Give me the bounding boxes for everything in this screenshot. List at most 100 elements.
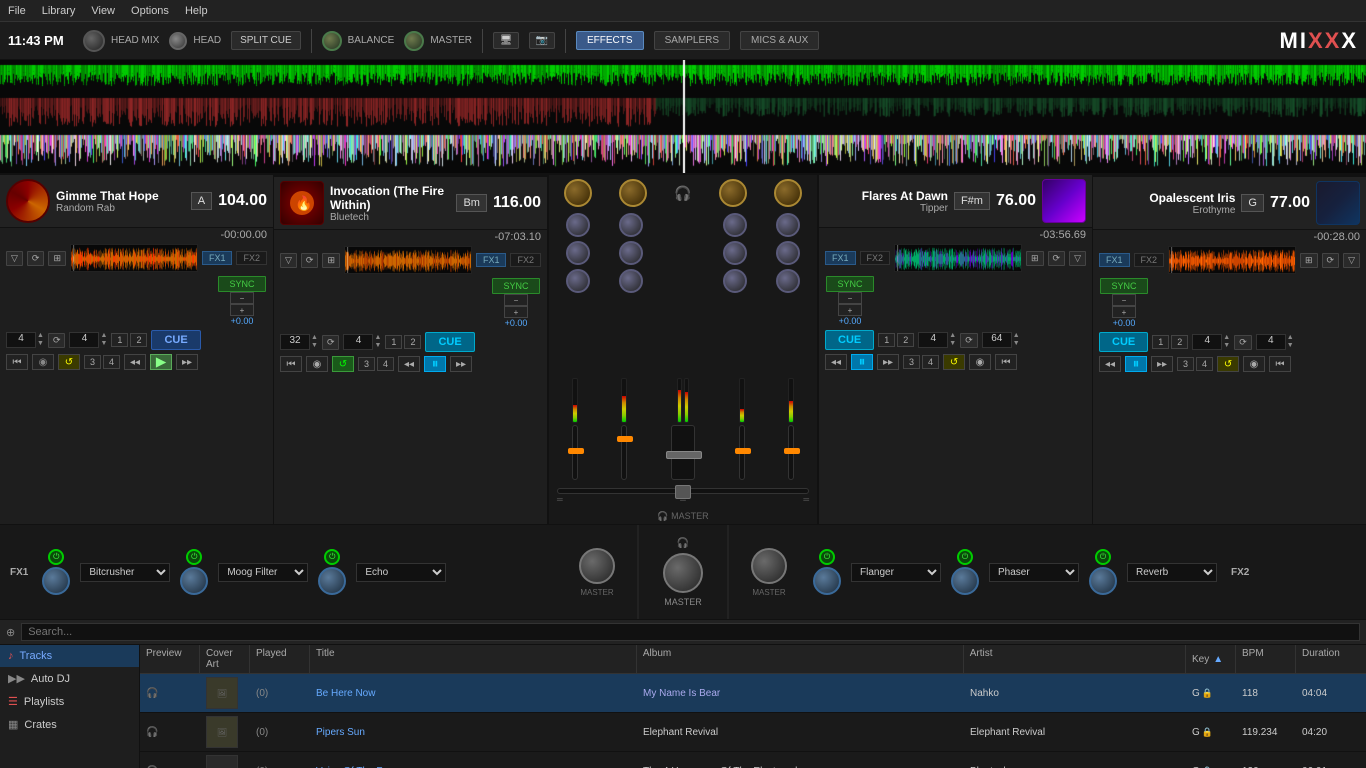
ch2-gain-knob[interactable] (619, 179, 647, 207)
deck-left-bottom-loop-in[interactable]: ⟳ (322, 335, 340, 350)
deck-left-top-slip-btn[interactable]: ⊞ (48, 251, 66, 266)
ch1-eq-lo[interactable] (566, 269, 590, 293)
deck-right-bottom-fx1[interactable]: FX1 (1099, 253, 1130, 267)
menu-library[interactable]: Library (42, 5, 76, 17)
table-row[interactable]: 🎧 🖼 (0) Be Here Now My Name Is Bear Nahk… (140, 674, 1366, 713)
rate-arrows-rt[interactable]: ▲ ▼ (1013, 332, 1020, 348)
ch4-eq-mid[interactable] (776, 241, 800, 265)
camera-button[interactable]: 📷 (529, 32, 555, 49)
fx2-select-1[interactable]: Flanger (851, 563, 941, 582)
effects-button[interactable]: EFFECTS (576, 31, 644, 50)
ch4-eq-hi[interactable] (776, 213, 800, 237)
col-played[interactable]: Played (250, 645, 310, 673)
crossfader[interactable] (557, 488, 809, 494)
ch1-eq-hi[interactable] (566, 213, 590, 237)
deck-right-top-loop-btn[interactable]: ⟳ (1048, 251, 1066, 266)
deck-right-top-set-cue[interactable]: ◉ (969, 354, 991, 370)
beat-up-rt[interactable]: ▲ (949, 332, 956, 340)
head-mix-knob[interactable] (83, 30, 105, 52)
rate-up[interactable]: ▲ (37, 332, 44, 340)
deck-left-bottom-waveform[interactable] (344, 246, 472, 274)
deck-right-bottom-rate[interactable]: 4 ▲ ▼ (1256, 334, 1294, 350)
deck-right-top-sync-plus[interactable]: + (838, 304, 862, 316)
deck-left-bottom-slip-btn[interactable]: ⊞ (322, 253, 340, 268)
deck-left-top-back[interactable]: ⏮ (6, 354, 28, 370)
beat-arrows[interactable]: ▲ ▼ (100, 332, 107, 348)
deck-right-bottom-wave-btn[interactable]: ▽ (1343, 253, 1360, 268)
deck-right-top-beat[interactable]: 4 ▲ ▼ (918, 332, 956, 348)
ch4-fader[interactable] (788, 425, 794, 480)
ch1-fader[interactable] (572, 425, 578, 480)
beat-down-rt[interactable]: ▼ (949, 340, 956, 348)
beat-3[interactable]: 3 (84, 355, 101, 369)
menu-help[interactable]: Help (185, 5, 208, 17)
fx2-power-2[interactable]: ⏻ (957, 549, 973, 565)
rate-arrows-lb[interactable]: ▲ ▼ (311, 334, 318, 350)
beat-4-rt[interactable]: 4 (922, 355, 939, 369)
deck-left-top-beat[interactable]: 4 ▲ ▼ (69, 332, 107, 348)
fx1-power-1[interactable]: ⏻ (48, 549, 64, 565)
menu-options[interactable]: Options (131, 5, 169, 17)
deck-right-top-sync[interactable]: SYNC (826, 276, 874, 292)
mics-button[interactable]: MICS & AUX (740, 31, 819, 50)
beat-4[interactable]: 4 (103, 355, 120, 369)
deck-left-top-fx1[interactable]: FX1 (202, 251, 233, 265)
cell-title-0[interactable]: Be Here Now (310, 685, 637, 702)
deck-left-top-sync-minus[interactable]: − (230, 292, 254, 304)
ch3-eq-mid[interactable] (723, 241, 747, 265)
sidebar-item-autodj[interactable]: ▶▶ Auto DJ (0, 667, 139, 690)
rate-up-rb[interactable]: ▲ (1287, 334, 1294, 342)
ch3-eq-hi[interactable] (723, 213, 747, 237)
deck-right-top-rate[interactable]: 64 ▲ ▼ (982, 332, 1020, 348)
cell-title-1[interactable]: Pipers Sun (310, 724, 637, 741)
deck-left-bottom-rate[interactable]: 32 ▲ ▼ (280, 334, 318, 350)
ch3-fader[interactable] (739, 425, 745, 480)
menu-view[interactable]: View (91, 5, 115, 17)
deck-right-bottom-set-cue[interactable]: ◉ (1243, 356, 1265, 372)
rate-down-rb[interactable]: ▼ (1287, 342, 1294, 350)
fx1-select-3[interactable]: Echo (356, 563, 446, 582)
ch3-gain-knob[interactable] (719, 179, 747, 207)
head-knob[interactable] (169, 32, 187, 50)
deck-left-top-loop-btn[interactable]: ⟳ (27, 251, 45, 266)
menu-file[interactable]: File (8, 5, 26, 17)
rate-down[interactable]: ▼ (37, 340, 44, 348)
deck-right-bottom-nudge-fwd[interactable]: ▸▸ (1151, 356, 1173, 372)
deck-right-top-fx1[interactable]: FX1 (825, 251, 856, 265)
deck-right-bottom-sync-plus[interactable]: + (1112, 306, 1136, 318)
beat-1-rb[interactable]: 1 (1152, 335, 1169, 349)
beat-up[interactable]: ▲ (100, 332, 107, 340)
crossfader-handle[interactable] (675, 485, 691, 499)
table-row[interactable]: 🎧 (0) Voice Of The Four The 4 Horsemen O… (140, 752, 1366, 768)
deck-right-top-nudge-back[interactable]: ◂◂ (825, 354, 847, 370)
deck-left-bottom-wave-btn[interactable]: ▽ (280, 253, 297, 268)
ch3-eq-lo[interactable] (723, 269, 747, 293)
col-key[interactable]: Key▲ (1186, 645, 1236, 673)
beat-arrows-lb[interactable]: ▲ ▼ (374, 334, 381, 350)
fx2-select-2[interactable]: Phaser (989, 563, 1079, 582)
beat-1[interactable]: 1 (111, 333, 128, 347)
beat-down-rb[interactable]: ▼ (1223, 342, 1230, 350)
deck-left-top-sync[interactable]: SYNC (218, 276, 266, 292)
beat-2-rb[interactable]: 2 (1171, 335, 1188, 349)
deck-right-bottom-sync[interactable]: SYNC (1100, 278, 1148, 294)
rate-up-lb[interactable]: ▲ (311, 334, 318, 342)
deck-left-top-wave-btn[interactable]: ▽ (6, 251, 23, 266)
col-cover[interactable]: Cover Art (200, 645, 250, 673)
beat-down-lb[interactable]: ▼ (374, 342, 381, 350)
fx2-knob-3[interactable] (1089, 567, 1117, 595)
fx1-master-knob[interactable] (579, 548, 615, 584)
col-artist[interactable]: Artist (964, 645, 1186, 673)
deck-left-bottom-fx1[interactable]: FX1 (476, 253, 507, 267)
deck-right-bottom-pause[interactable]: ⏸ (1125, 356, 1147, 372)
beat-2-rt[interactable]: 2 (897, 333, 914, 347)
col-title[interactable]: Title (310, 645, 637, 673)
deck-right-bottom-loop-in[interactable]: ⟳ (1234, 335, 1252, 350)
deck-left-top-fx2[interactable]: FX2 (236, 251, 267, 265)
sidebar-item-tracks[interactable]: ♪ Tracks (0, 645, 139, 667)
deck-left-top-nudge-fwd[interactable]: ▸▸ (176, 354, 198, 370)
deck-right-bottom-back[interactable]: ⏮ (1269, 356, 1291, 372)
col-album[interactable]: Album (637, 645, 964, 673)
deck-left-bottom-sync-minus[interactable]: − (504, 294, 528, 306)
deck-right-top-pause[interactable]: ⏸ (851, 354, 873, 370)
